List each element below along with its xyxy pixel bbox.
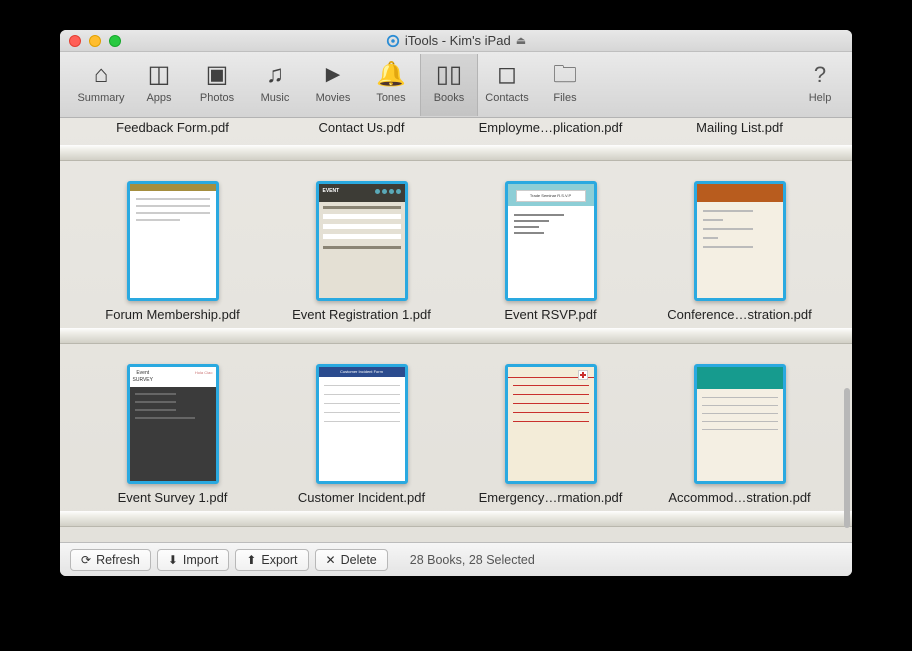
book-label: Event Survey 1.pdf (83, 488, 263, 511)
book-thumbnail[interactable]: Customer Incident Form (316, 364, 408, 484)
toolbar: ⌂ Summary◫ Apps▣ Photos♫ Music► Movies🔔 Tones▯… (60, 52, 852, 118)
app-window: iTools - Kim's iPad ⏏ ⌂ Summary◫ Apps▣ Phot… (60, 30, 852, 576)
book-label: Event RSVP.pdf (461, 305, 641, 328)
tab-music[interactable]: ♫ Music (246, 54, 304, 116)
shelf-edge (60, 145, 852, 161)
book-label[interactable]: Contact Us.pdf (272, 118, 452, 141)
minimize-window-button[interactable] (89, 35, 101, 47)
book-label: Emergency…rmation.pdf (461, 488, 641, 511)
help-button[interactable]: ? Help (800, 54, 840, 116)
contacts-label: Contacts (478, 92, 536, 104)
bottom-toolbar: ⟳ Refresh ⬇ Import ⬆ Export ✕ Delete 28 … (60, 542, 852, 576)
files-label: Files (536, 92, 594, 104)
tab-contacts[interactable]: ◻ Contacts (478, 54, 536, 116)
book-label: Accommod…stration.pdf (650, 488, 830, 511)
window-title-text: iTools - Kim's iPad (405, 33, 511, 48)
book-label: Forum Membership.pdf (83, 305, 263, 328)
help-icon: ? (800, 60, 840, 90)
help-label: Help (800, 92, 840, 104)
status-text: 28 Books, 28 Selected (410, 553, 535, 567)
eject-icon[interactable]: ⏏ (516, 34, 526, 47)
book-item[interactable]: Conference…stration.pdf (650, 181, 830, 328)
window-title: iTools - Kim's iPad ⏏ (60, 33, 852, 48)
music-label: Music (246, 92, 304, 104)
refresh-label: Refresh (96, 553, 140, 567)
shelf-edge (60, 511, 852, 527)
book-item[interactable]: Emergency…rmation.pdf (461, 364, 641, 511)
summary-icon: ⌂ (72, 60, 130, 90)
itools-icon (386, 34, 400, 48)
traffic-lights (60, 35, 121, 47)
book-item[interactable]: EventSURVEYHola Ciao Event Survey 1.pdf (83, 364, 263, 511)
tones-label: Tones (362, 92, 420, 104)
tab-movies[interactable]: ► Movies (304, 54, 362, 116)
tab-files[interactable]: 🗀 Files (536, 54, 594, 116)
shelf-row-partial: Feedback Form.pdf Contact Us.pdf Employme…… (60, 118, 852, 145)
book-thumbnail[interactable]: EVENT (316, 181, 408, 301)
apps-icon: ◫ (130, 60, 188, 90)
photos-label: Photos (188, 92, 246, 104)
vertical-scrollbar[interactable] (844, 388, 850, 528)
shelf-edge (60, 328, 852, 344)
export-label: Export (261, 553, 297, 567)
book-label[interactable]: Employme…plication.pdf (461, 118, 641, 141)
book-thumbnail[interactable] (694, 181, 786, 301)
refresh-button[interactable]: ⟳ Refresh (70, 549, 151, 571)
tab-tones[interactable]: 🔔 Tones (362, 54, 420, 116)
book-label[interactable]: Mailing List.pdf (650, 118, 830, 141)
photos-icon: ▣ (188, 60, 246, 90)
contacts-icon: ◻ (478, 60, 536, 90)
shelf-row: Forum Membership.pdf EVENT Event Registrat… (60, 181, 852, 328)
content-area: Feedback Form.pdf Contact Us.pdf Employme…… (60, 118, 852, 542)
book-item[interactable]: Trade Seminar R.S.V.P Event RSVP.pdf (461, 181, 641, 328)
tab-summary[interactable]: ⌂ Summary (72, 54, 130, 116)
refresh-icon: ⟳ (81, 553, 91, 567)
export-icon: ⬆ (246, 553, 256, 567)
delete-label: Delete (341, 553, 377, 567)
movies-icon: ► (304, 60, 362, 90)
titlebar: iTools - Kim's iPad ⏏ (60, 30, 852, 52)
book-thumbnail[interactable]: EventSURVEYHola Ciao (127, 364, 219, 484)
book-thumbnail[interactable]: Trade Seminar R.S.V.P (505, 181, 597, 301)
book-item[interactable]: Customer Incident Form Customer Incident.… (272, 364, 452, 511)
book-label[interactable]: Feedback Form.pdf (83, 118, 263, 141)
book-thumbnail[interactable] (127, 181, 219, 301)
book-thumbnail[interactable] (694, 364, 786, 484)
delete-icon: ✕ (326, 553, 336, 567)
import-label: Import (183, 553, 218, 567)
book-label: Event Registration 1.pdf (272, 305, 452, 328)
book-label: Customer Incident.pdf (272, 488, 452, 511)
music-icon: ♫ (246, 60, 304, 90)
books-icon: ▯▯ (421, 60, 477, 90)
export-button[interactable]: ⬆ Export (235, 549, 308, 571)
summary-label: Summary (72, 92, 130, 104)
movies-label: Movies (304, 92, 362, 104)
zoom-window-button[interactable] (109, 35, 121, 47)
shelf-row: EventSURVEYHola Ciao Event Survey 1.pdf Cu… (60, 364, 852, 511)
import-button[interactable]: ⬇ Import (157, 549, 230, 571)
book-item[interactable]: EVENT Event Registration 1.pdf (272, 181, 452, 328)
tones-icon: 🔔 (362, 60, 420, 90)
tab-books[interactable]: ▯▯ Books (420, 54, 478, 116)
book-thumbnail[interactable] (505, 364, 597, 484)
book-item[interactable]: Accommod…stration.pdf (650, 364, 830, 511)
tab-photos[interactable]: ▣ Photos (188, 54, 246, 116)
book-item[interactable]: Forum Membership.pdf (83, 181, 263, 328)
apps-label: Apps (130, 92, 188, 104)
import-icon: ⬇ (168, 553, 178, 567)
files-icon: 🗀 (536, 60, 594, 90)
delete-button[interactable]: ✕ Delete (315, 549, 388, 571)
books-label: Books (421, 92, 477, 104)
book-label: Conference…stration.pdf (650, 305, 830, 328)
tab-apps[interactable]: ◫ Apps (130, 54, 188, 116)
close-window-button[interactable] (69, 35, 81, 47)
